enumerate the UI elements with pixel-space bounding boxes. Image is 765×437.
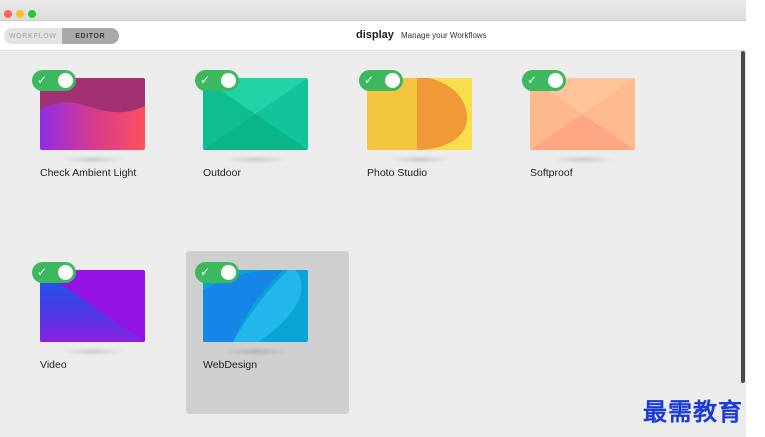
thumbnail-shadow	[223, 155, 289, 164]
toggle-knob	[58, 73, 73, 88]
app-subtitle: Manage your Workflows	[401, 31, 487, 40]
enable-toggle[interactable]: ✓	[32, 70, 76, 91]
workflow-name: Photo Studio	[367, 167, 428, 179]
check-icon: ✓	[527, 73, 538, 87]
toggle-knob	[58, 265, 73, 280]
workflow-name: Softproof	[530, 167, 573, 179]
workflow-tab[interactable]: WORKFLOW	[4, 28, 62, 44]
enable-toggle[interactable]: ✓	[359, 70, 403, 91]
check-icon: ✓	[37, 265, 48, 279]
thumbnail-shadow	[60, 155, 126, 164]
toggle-knob	[221, 265, 236, 280]
enable-toggle[interactable]: ✓	[195, 70, 239, 91]
thumbnail-shadow	[387, 155, 453, 164]
app-title: display	[356, 29, 394, 41]
workflow-card-webdesign[interactable]: ✓ WebDesign	[186, 251, 349, 414]
check-icon: ✓	[200, 265, 211, 279]
scrollbar-thumb[interactable]	[741, 51, 745, 383]
check-icon: ✓	[37, 73, 48, 87]
thumbnail-shadow	[223, 347, 289, 356]
thumbnail-shadow	[60, 347, 126, 356]
thumbnail-shadow	[550, 155, 616, 164]
app-window: WORKFLOW EDITOR display Manage your Work…	[0, 0, 746, 437]
watermark-text: 最需教育	[643, 397, 743, 426]
check-icon: ✓	[200, 73, 211, 87]
enable-toggle[interactable]: ✓	[32, 262, 76, 283]
toggle-knob	[548, 73, 563, 88]
workflow-card-video[interactable]: ✓ Video	[23, 243, 186, 406]
toggle-knob	[385, 73, 400, 88]
vertical-scrollbar[interactable]	[740, 51, 746, 383]
enable-toggle[interactable]: ✓	[522, 70, 566, 91]
toolbar: WORKFLOW EDITOR display Manage your Work…	[0, 21, 746, 51]
workflow-card-softproof[interactable]: ✓ Softproof	[513, 51, 676, 214]
toggle-knob	[221, 73, 236, 88]
workflow-name: Check Ambient Light	[40, 167, 137, 179]
workflow-card-check-ambient-light[interactable]: ✓ Check Ambient Light	[23, 51, 186, 214]
workflow-name: Video	[40, 359, 67, 371]
enable-toggle[interactable]: ✓	[195, 262, 239, 283]
title-bar	[0, 0, 746, 21]
workflow-grid: ✓ Check Ambient Light ✓ Outdoor ✓ Photo …	[0, 51, 738, 437]
workflow-card-photo-studio[interactable]: ✓ Photo Studio	[350, 51, 513, 214]
workflow-name: Outdoor	[203, 167, 241, 179]
workflow-card-outdoor[interactable]: ✓ Outdoor	[186, 51, 349, 214]
close-window-button[interactable]	[4, 10, 12, 18]
minimize-window-button[interactable]	[16, 10, 24, 18]
workflow-name: WebDesign	[203, 359, 258, 371]
maximize-window-button[interactable]	[28, 10, 36, 18]
editor-tab[interactable]: EDITOR	[61, 28, 119, 44]
mode-segmented-control: WORKFLOW EDITOR	[4, 28, 119, 44]
check-icon: ✓	[364, 73, 375, 87]
